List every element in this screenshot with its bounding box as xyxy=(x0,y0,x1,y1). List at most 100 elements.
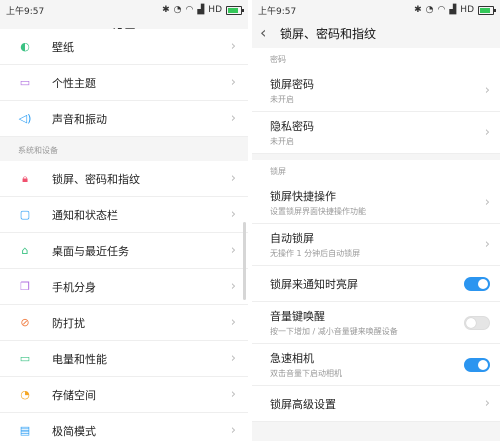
setting-title: 锁屏快捷操作 xyxy=(270,190,336,203)
toggle-switch[interactable] xyxy=(464,357,490,372)
chevron-right-icon: › xyxy=(230,279,236,294)
setting-row[interactable]: 锁屏密码 未开启 › xyxy=(252,70,500,112)
settings-item-label: 防打扰 xyxy=(52,316,85,330)
setting-row[interactable]: 锁屏快捷操作 设置锁屏界面快捷操作功能 › xyxy=(252,182,500,224)
section-header: 锁屏 xyxy=(252,160,500,182)
status-time: 上午9:57 xyxy=(6,6,45,17)
setting-row[interactable]: 锁屏高级设置 › xyxy=(252,386,500,422)
lock-screen-settings: 上午9:57 ✱ ◔ ◠ ▟ HD ‹ 锁屏、密码和指纹 密码 锁屏密码 未开启 › 隐… xyxy=(252,0,500,441)
settings-item[interactable]: ◔ 存储空间 › xyxy=(0,377,248,413)
status-bar: 上午9:57 ✱ ◔ ◠ ▟ HD xyxy=(252,0,500,20)
simple-mode-icon: ▤ xyxy=(19,424,31,437)
settings-item-label: 存储空间 xyxy=(52,388,96,402)
page-title-bar: ‹ 锁屏、密码和指纹 xyxy=(252,20,500,46)
setting-text: 锁屏密码 未开启 xyxy=(270,76,485,105)
theme-icon: ▭ xyxy=(19,76,31,89)
setting-text: 隐私密码 未开启 xyxy=(270,118,485,147)
chevron-right-icon: › xyxy=(484,195,490,210)
battery-icon: ▭ xyxy=(19,352,31,365)
chevron-right-icon: › xyxy=(484,125,490,140)
settings-item-label: 个性主题 xyxy=(52,76,96,90)
setting-text: 锁屏来通知时亮屏 xyxy=(270,276,464,292)
scrollbar[interactable] xyxy=(243,222,246,300)
setting-title: 自动锁屏 xyxy=(270,232,314,245)
setting-subtitle: 按一下增加 / 减小音量键来唤醒设备 xyxy=(270,327,398,336)
wallpaper-icon: ◐ xyxy=(20,40,30,53)
alarm-icon: ◔ xyxy=(425,5,434,15)
network-type: HD xyxy=(460,5,474,15)
toggle-knob xyxy=(478,359,488,370)
battery-status-icon xyxy=(226,5,244,15)
settings-item-label: 极简模式 xyxy=(52,424,96,438)
setting-subtitle: 无操作 1 分钟后自动锁屏 xyxy=(270,249,361,258)
setting-text: 音量键唤醒按一下增加 / 减小音量键来唤醒设备 xyxy=(270,308,464,337)
section-header: 密码 xyxy=(252,48,500,70)
chevron-right-icon: › xyxy=(230,111,236,126)
battery-status-icon xyxy=(478,5,496,15)
settings-item-label: 桌面与最近任务 xyxy=(52,244,129,258)
settings-item[interactable]: ▭ 个性主题 › xyxy=(0,65,248,101)
settings-item-label: 声音和振动 xyxy=(52,112,107,126)
setting-title: 音量键唤醒 xyxy=(270,310,325,323)
do-not-disturb-icon: ⊘ xyxy=(20,316,30,329)
status-bar: 上午9:57 ✱ ◔ ◠ ▟ HD xyxy=(0,0,248,20)
bluetooth-icon: ✱ xyxy=(414,5,422,15)
back-arrow-icon[interactable]: ‹ xyxy=(260,23,266,42)
settings-item-label: 通知和状态栏 xyxy=(52,208,118,222)
settings-item[interactable]: ◐ 壁纸 › xyxy=(0,29,248,65)
settings-item-label: 手机分身 xyxy=(52,280,96,294)
toggle-switch[interactable] xyxy=(464,276,490,291)
chevron-right-icon: › xyxy=(230,423,236,438)
setting-row[interactable]: 音量键唤醒按一下增加 / 减小音量键来唤醒设备 xyxy=(252,302,500,344)
setting-text: 急速相机双击音量下启动相机 xyxy=(270,350,464,379)
toggle-switch[interactable] xyxy=(464,315,490,330)
setting-subtitle: 双击音量下启动相机 xyxy=(270,369,342,378)
wifi-icon: ◠ xyxy=(437,5,446,15)
setting-text: 自动锁屏无操作 1 分钟后自动锁屏 xyxy=(270,230,485,259)
setting-row[interactable]: 急速相机双击音量下启动相机 xyxy=(252,344,500,386)
settings-item-label: 锁屏、密码和指纹 xyxy=(52,172,140,186)
dual-app-icon: ❐ xyxy=(20,280,30,293)
chevron-right-icon: › xyxy=(230,315,236,330)
setting-subtitle: 未开启 xyxy=(270,95,294,104)
settings-item[interactable]: 🔒︎ 锁屏、密码和指纹 › xyxy=(0,161,248,197)
chevron-right-icon: › xyxy=(484,396,490,411)
network-type: HD xyxy=(208,5,222,15)
chevron-right-icon: › xyxy=(230,75,236,90)
settings-item[interactable]: ❐ 手机分身 › xyxy=(0,269,248,305)
chevron-right-icon: › xyxy=(230,351,236,366)
setting-row[interactable]: 自动锁屏 无操作 1 分钟后自动锁屏 › xyxy=(252,224,500,266)
section-header: 系统和设备 xyxy=(0,137,248,161)
settings-item[interactable]: ▤ 极简模式 › xyxy=(0,413,248,441)
page-title: 锁屏、密码和指纹 xyxy=(280,26,377,41)
settings-item[interactable]: ▢ 通知和状态栏 › xyxy=(0,197,248,233)
sound-icon: ◁) xyxy=(18,112,32,125)
setting-title: 锁屏来通知时亮屏 xyxy=(270,277,358,291)
status-time: 上午9:57 xyxy=(258,6,297,17)
settings-item[interactable]: ⊘ 防打扰 › xyxy=(0,305,248,341)
chevron-right-icon: › xyxy=(484,83,490,98)
setting-title: 锁屏密码 xyxy=(270,78,314,91)
settings-item[interactable]: ◁) 声音和振动 › xyxy=(0,101,248,137)
setting-title: 隐私密码 xyxy=(270,120,314,133)
notification-icon: ▢ xyxy=(19,208,31,221)
wifi-icon: ◠ xyxy=(185,5,194,15)
storage-icon: ◔ xyxy=(20,388,30,401)
chevron-right-icon: › xyxy=(484,237,490,252)
chevron-right-icon: › xyxy=(230,171,236,186)
setting-row[interactable]: 锁屏来通知时亮屏 xyxy=(252,266,500,302)
setting-text: 锁屏高级设置 xyxy=(270,396,485,412)
chevron-right-icon: › xyxy=(230,387,236,402)
settings-screen: 上午9:57 ✱ ◔ ◠ ▟ HD 设置 ◐壁纸›▭个性主题›◁)声音和振动› … xyxy=(0,0,248,441)
signal-icon: ▟ xyxy=(197,5,205,15)
setting-title: 急速相机 xyxy=(270,352,314,365)
chevron-right-icon: › xyxy=(230,39,236,54)
home-icon: ⌂ xyxy=(21,244,29,257)
setting-row[interactable]: 隐私密码 未开启 › xyxy=(252,112,500,154)
chevron-right-icon: › xyxy=(230,207,236,222)
signal-icon: ▟ xyxy=(449,5,457,15)
settings-item[interactable]: ⌂ 桌面与最近任务 › xyxy=(0,233,248,269)
toggle-knob xyxy=(466,317,476,328)
lock-icon: 🔒︎ xyxy=(22,171,28,185)
settings-item[interactable]: ▭ 电量和性能 › xyxy=(0,341,248,377)
